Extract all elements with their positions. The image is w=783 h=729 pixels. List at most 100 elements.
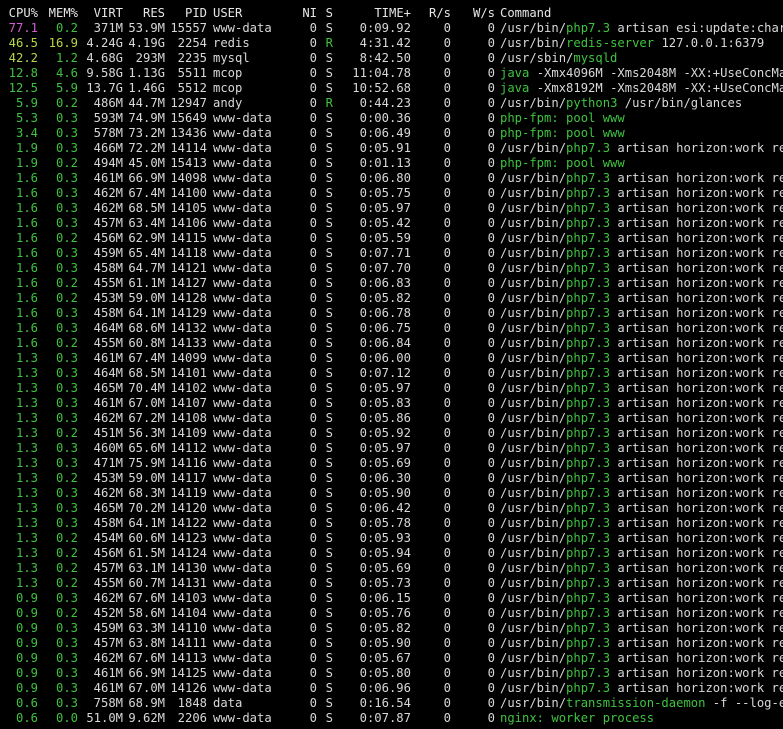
process-row[interactable]: 1.6 0.2 453M 59.0M 14128 www-data 0 S 0:05.82 0 0/… — [0, 291, 783, 306]
process-row[interactable]: 1.3 0.3 464M 68.5M 14101 www-data 0 S 0:07.12 0 0/… — [0, 366, 783, 381]
process-row[interactable]: 12.8 4.6 9.58G 1.13G 5511 mcop 0 S 11:04.78 0 0 jav… — [0, 66, 783, 81]
process-row[interactable]: 1.3 0.3 458M 64.1M 14122 www-data 0 S 0:05.78 0 0/… — [0, 516, 783, 531]
process-row[interactable]: 1.6 0.2 455M 60.8M 14133 www-data 0 S 0:06.84 0 0/… — [0, 336, 783, 351]
process-row[interactable]: 77.1 0.2 371M 53.9M 15557 www-data 0 S 0:09.92 0 0… — [0, 21, 783, 36]
process-row[interactable]: 1.3 0.3 465M 70.4M 14102 www-data 0 S 0:05.97 0 0/… — [0, 381, 783, 396]
process-state: S — [325, 321, 333, 335]
process-row[interactable]: 1.6 0.3 464M 68.6M 14132 www-data 0 S 0:06.75 0 0/… — [0, 321, 783, 336]
col-header-rs[interactable]: R/s — [411, 6, 451, 21]
col-header-pid[interactable]: PID — [165, 6, 207, 21]
process-read-rate: 0 — [443, 651, 451, 665]
process-row[interactable]: 1.3 0.3 465M 70.2M 14120 www-data 0 S 0:06.42 0 0/… — [0, 501, 783, 516]
process-row[interactable]: 1.3 0.2 453M 59.0M 14117 www-data 0 S 0:06.30 0 0/… — [0, 471, 783, 486]
process-row[interactable]: 1.3 0.3 461M 67.0M 14107 www-data 0 S 0:05.83 0 0/… — [0, 396, 783, 411]
process-row[interactable]: 12.5 5.9 13.7G 1.46G 5512 mcop 0 S 10:52.68 0 0 jav… — [0, 81, 783, 96]
process-row[interactable]: 1.6 0.3 462M 68.5M 14105 www-data 0 S 0:05.97 0 0/… — [0, 201, 783, 216]
col-header-user[interactable]: USER — [207, 6, 277, 21]
process-row[interactable]: 1.3 0.2 451M 56.3M 14109 www-data 0 S 0:05.92 0 0/… — [0, 426, 783, 441]
col-header-time[interactable]: TIME+ — [333, 6, 411, 21]
process-virt: 462M — [93, 411, 123, 425]
process-virt: 464M — [93, 321, 123, 335]
process-nice: 0 — [309, 471, 317, 485]
process-row[interactable]: 0.6 0.0 51.0M 9.62M 2206 www-data 0 S 0:07.87 0 0 n… — [0, 711, 783, 726]
process-row[interactable]: 1.3 0.3 462M 68.3M 14119 www-data 0 S 0:05.90 0 0/… — [0, 486, 783, 501]
command-text: artisan horizon:work redis — [617, 186, 783, 200]
process-row[interactable]: 1.3 0.3 460M 65.6M 14112 www-data 0 S 0:05.97 0 0/… — [0, 441, 783, 456]
process-row[interactable]: 5.3 0.3 593M 74.9M 15649 www-data 0 S 0:00.36 0 0 p… — [0, 111, 783, 126]
process-row[interactable]: 1.3 0.2 454M 60.6M 14123 www-data 0 S 0:05.93 0 0/… — [0, 531, 783, 546]
process-row[interactable]: 1.6 0.2 455M 61.1M 14127 www-data 0 S 0:06.83 0 0/… — [0, 276, 783, 291]
process-res: 66.9M — [128, 666, 165, 680]
col-header-res[interactable]: RES — [123, 6, 165, 21]
process-row[interactable]: 0.9 0.2 452M 58.6M 14104 www-data 0 S 0:05.76 0 0/… — [0, 606, 783, 621]
process-row[interactable]: 1.3 0.3 462M 67.2M 14108 www-data 0 S 0:05.86 0 0/… — [0, 411, 783, 426]
process-row[interactable]: 0.9 0.3 461M 66.9M 14125 www-data 0 S 0:05.80 0 0/… — [0, 666, 783, 681]
process-row[interactable]: 1.9 0.2 494M 45.0M 15413 www-data 0 S 0:01.13 0 0 p… — [0, 156, 783, 171]
process-res: 67.4M — [128, 351, 165, 365]
process-read-rate: 0 — [443, 141, 451, 155]
process-user: www-data — [213, 156, 272, 170]
process-list: 77.1 0.2 371M 53.9M 15557 www-data 0 S 0:09.92 0 0… — [0, 21, 783, 726]
process-row[interactable]: 0.6 0.3 758M 68.9M 1848 data 0 S 0:16.54 0 0/usr/b… — [0, 696, 783, 711]
command-text: artisan horizon:work redis — [617, 426, 783, 440]
process-pid: 14132 — [170, 321, 207, 335]
col-header-virt[interactable]: VIRT — [78, 6, 123, 21]
process-read-rate: 0 — [443, 66, 451, 80]
process-user: mcop — [213, 81, 243, 95]
process-virt: 458M — [93, 261, 123, 275]
command-highlight: php-fpm: pool www — [500, 126, 625, 140]
process-mem: 0.3 — [55, 591, 78, 605]
process-pid: 14113 — [170, 651, 207, 665]
process-row[interactable]: 1.6 0.3 457M 63.4M 14106 www-data 0 S 0:05.42 0 0/… — [0, 216, 783, 231]
process-user: www-data — [213, 276, 272, 290]
command-text: artisan horizon:work redis — [617, 651, 783, 665]
process-write-rate: 0 — [487, 696, 495, 710]
col-header-ni[interactable]: NI — [277, 6, 317, 21]
process-nice: 0 — [309, 156, 317, 170]
command-text: artisan horizon:work redis — [617, 441, 783, 455]
process-row[interactable]: 1.6 0.3 458M 64.1M 14129 www-data 0 S 0:06.78 0 0/… — [0, 306, 783, 321]
process-user: www-data — [213, 336, 272, 350]
process-row[interactable]: 0.9 0.3 457M 63.8M 14111 www-data 0 S 0:05.90 0 0/… — [0, 636, 783, 651]
process-row[interactable]: 1.3 0.2 455M 60.7M 14131 www-data 0 S 0:05.73 0 0/… — [0, 576, 783, 591]
process-cpu: 0.9 — [15, 636, 38, 650]
process-row[interactable]: 1.3 0.2 456M 61.5M 14124 www-data 0 S 0:05.94 0 0/… — [0, 546, 783, 561]
process-row[interactable]: 1.6 0.3 462M 67.4M 14100 www-data 0 S 0:05.75 0 0/… — [0, 186, 783, 201]
process-virt: 453M — [93, 291, 123, 305]
process-row[interactable]: 0.9 0.3 462M 67.6M 14103 www-data 0 S 0:06.15 0 0/… — [0, 591, 783, 606]
process-row[interactable]: 1.3 0.2 457M 63.1M 14130 www-data 0 S 0:05.69 0 0/… — [0, 561, 783, 576]
col-header-command[interactable]: Command — [495, 6, 783, 21]
command-text: artisan horizon:work redis — [617, 231, 783, 245]
process-read-rate: 0 — [443, 456, 451, 470]
col-header-ws[interactable]: W/s — [451, 6, 495, 21]
process-cpu: 5.9 — [15, 96, 38, 110]
process-row[interactable]: 0.9 0.3 461M 67.0M 14126 www-data 0 S 0:06.96 0 0/… — [0, 681, 783, 696]
col-header-mem[interactable]: MEM% — [38, 6, 78, 21]
process-row[interactable]: 1.3 0.3 471M 75.9M 14116 www-data 0 S 0:05.69 0 0/… — [0, 456, 783, 471]
process-virt: 455M — [93, 336, 123, 350]
process-state: S — [325, 186, 333, 200]
process-row[interactable]: 1.9 0.3 466M 72.2M 14114 www-data 0 S 0:05.91 0 0/… — [0, 141, 783, 156]
process-row[interactable]: 0.9 0.3 462M 67.6M 14113 www-data 0 S 0:05.67 0 0/… — [0, 651, 783, 666]
process-row[interactable]: 42.2 1.2 4.68G 293M 2235 mysql 0 S 8:42.50 0 0/usr… — [0, 51, 783, 66]
process-row[interactable]: 0.9 0.3 459M 63.3M 14110 www-data 0 S 0:05.82 0 0/… — [0, 621, 783, 636]
process-write-rate: 0 — [487, 156, 495, 170]
process-res: 75.9M — [128, 456, 165, 470]
process-row[interactable]: 1.6 0.2 456M 62.9M 14115 www-data 0 S 0:05.59 0 0/… — [0, 231, 783, 246]
process-row[interactable]: 1.6 0.3 461M 66.9M 14098 www-data 0 S 0:06.80 0 0/… — [0, 171, 783, 186]
col-header-state[interactable]: S — [317, 6, 333, 21]
process-row[interactable]: 46.5 16.9 4.24G 4.19G 2254 redis 0 R 4:31.42 0 0/u… — [0, 36, 783, 51]
process-row[interactable]: 1.6 0.3 458M 64.7M 14121 www-data 0 S 0:07.70 0 0/… — [0, 261, 783, 276]
process-res: 61.5M — [128, 546, 165, 560]
process-row[interactable]: 5.9 0.2 486M 44.7M 12947 andy 0 R 0:44.23 0 0/usr/… — [0, 96, 783, 111]
process-read-rate: 0 — [443, 246, 451, 260]
col-header-cpu[interactable]: CPU% — [0, 6, 38, 21]
process-cpu: 0.9 — [15, 606, 38, 620]
process-state: S — [325, 666, 333, 680]
process-row[interactable]: 3.4 0.3 578M 73.2M 13436 www-data 0 S 0:06.49 0 0 p… — [0, 126, 783, 141]
process-row[interactable]: 1.3 0.3 461M 67.4M 14099 www-data 0 S 0:06.00 0 0/… — [0, 351, 783, 366]
process-write-rate: 0 — [487, 426, 495, 440]
command-highlight: php7.3 — [566, 21, 611, 35]
process-row[interactable]: 1.6 0.3 459M 65.4M 14118 www-data 0 S 0:07.71 0 0/… — [0, 246, 783, 261]
process-res: 1.13G — [128, 66, 165, 80]
